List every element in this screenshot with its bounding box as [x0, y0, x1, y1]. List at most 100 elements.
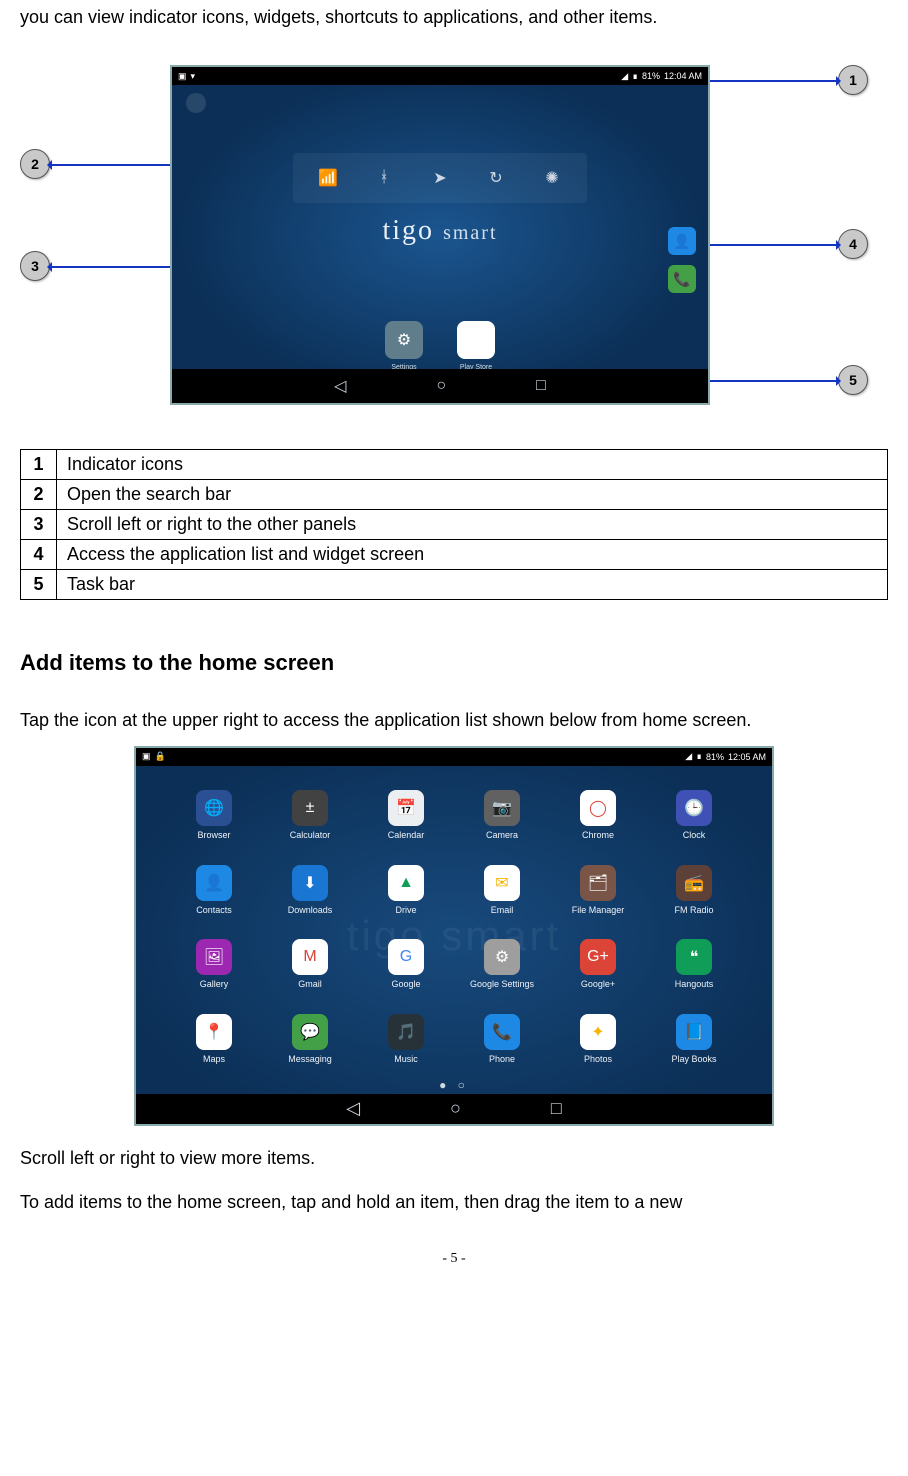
- app-icon: 🗂: [580, 865, 616, 901]
- apps-grid: 🌐Browser ± Calculator 📅Calendar📷Camera ◯ Chro…: [166, 778, 742, 1076]
- app-label: Gmail: [298, 979, 322, 989]
- app-icon: ▲: [388, 865, 424, 901]
- app-icon: ◯: [580, 790, 616, 826]
- play-store-shortcut[interactable]: ▶ Play Store: [457, 321, 495, 359]
- phone-shortcut[interactable]: 📞: [668, 265, 696, 293]
- app-cell[interactable]: 🖼Gallery: [166, 927, 262, 1002]
- app-cell[interactable]: 💬Messaging: [262, 1001, 358, 1076]
- app-cell[interactable]: 📞Phone: [454, 1001, 550, 1076]
- status-icon: ▾: [191, 71, 196, 82]
- app-cell[interactable]: 📻FM Radio: [646, 852, 742, 927]
- app-label: Calculator: [290, 830, 331, 840]
- app-cell[interactable]: G+Google+: [550, 927, 646, 1002]
- legend-table: 1Indicator icons2Open the search bar3Scr…: [20, 449, 888, 600]
- recent-icon[interactable]: □: [551, 1098, 562, 1119]
- home-screen-screenshot: ▣ ▾ ◢ ∎ 81% 12:04 AM 📶 ᚼ ➤ ↻ ✺ tigo smar…: [170, 65, 710, 405]
- app-cell[interactable]: 🕒Clock: [646, 778, 742, 853]
- recent-icon[interactable]: □: [536, 377, 546, 395]
- location-icon[interactable]: ➤: [427, 165, 453, 191]
- app-cell[interactable]: ± Calculator: [262, 778, 358, 853]
- app-cell[interactable]: 📍Maps: [166, 1001, 262, 1076]
- app-cell[interactable]: 📅Calendar: [358, 778, 454, 853]
- app-cell[interactable]: 🎵Music: [358, 1001, 454, 1076]
- app-cell[interactable]: ✉ Email: [454, 852, 550, 927]
- wifi-icon[interactable]: 📶: [315, 165, 341, 191]
- section-para-1: Tap the icon at the upper right to acces…: [20, 702, 888, 740]
- app-label: Google: [391, 979, 420, 989]
- bluetooth-icon[interactable]: ᚼ: [371, 165, 397, 191]
- app-label: Gallery: [200, 979, 229, 989]
- contacts-shortcut[interactable]: 👤: [668, 227, 696, 255]
- app-label: Google Settings: [470, 979, 534, 989]
- app-cell[interactable]: ⚙ Google Settings: [454, 927, 550, 1002]
- legend-row: 2Open the search bar: [21, 480, 888, 510]
- app-icon: 📅: [388, 790, 424, 826]
- app-label: Email: [491, 905, 514, 915]
- app-cell[interactable]: 📷Camera: [454, 778, 550, 853]
- app-cell[interactable]: 🗂 File Manager: [550, 852, 646, 927]
- app-cell[interactable]: ✦Photos: [550, 1001, 646, 1076]
- legend-desc: Scroll left or right to the other panels: [57, 510, 888, 540]
- app-cell[interactable]: ▲ Drive: [358, 852, 454, 927]
- app-label: Chrome: [582, 830, 614, 840]
- app-label: Drive: [395, 905, 416, 915]
- after-apps-2: To add items to the home screen, tap and…: [20, 1184, 888, 1222]
- app-cell[interactable]: ◯ Chrome: [550, 778, 646, 853]
- app-label: File Manager: [572, 905, 625, 915]
- task-bar: ◁ ○ □: [172, 369, 708, 403]
- brand-logo: tigo smart: [172, 215, 708, 247]
- back-icon[interactable]: ◁: [346, 1098, 360, 1119]
- arrow-4: [692, 244, 838, 246]
- legend-num: 1: [21, 450, 57, 480]
- legend-desc: Indicator icons: [57, 450, 888, 480]
- search-button[interactable]: [186, 93, 206, 113]
- sync-icon[interactable]: ↻: [483, 165, 509, 191]
- status-bar: ▣ ▾ ◢ ∎ 81% 12:04 AM: [172, 67, 708, 85]
- back-icon[interactable]: ◁: [334, 376, 346, 396]
- app-icon: 🌐: [196, 790, 232, 826]
- home-screen-diagram: 2 3 1 4 5 ▣ ▾ ◢ ∎ 81% 12:04 AM 📶 ᚼ ➤: [20, 55, 888, 425]
- app-cell[interactable]: ⬇ Downloads: [262, 852, 358, 927]
- app-label: Contacts: [196, 905, 232, 915]
- app-cell[interactable]: ❝Hangouts: [646, 927, 742, 1002]
- app-cell[interactable]: 📘 Play Books: [646, 1001, 742, 1076]
- app-cell[interactable]: M Gmail: [262, 927, 358, 1002]
- app-list-screenshot: ▣ 🔒 ◢ ∎ 81% 12:05 AM tigo smart 🌐Browser…: [134, 746, 774, 1126]
- brightness-icon[interactable]: ✺: [539, 165, 565, 191]
- app-icon: G+: [580, 939, 616, 975]
- status-icon: ▣: [142, 751, 151, 762]
- app-icon: ⚙: [484, 939, 520, 975]
- bottom-apps: ⚙ Settings ▶ Play Store: [385, 321, 495, 359]
- battery-pct: 81%: [706, 752, 724, 762]
- brand-main: tigo: [383, 215, 435, 246]
- app-label: Play Books: [671, 1054, 716, 1064]
- app-icon: ✉: [484, 865, 520, 901]
- side-dock: 👤 📞: [668, 227, 696, 293]
- app-cell[interactable]: G Google: [358, 927, 454, 1002]
- legend-desc: Task bar: [57, 570, 888, 600]
- app-icon: M: [292, 939, 328, 975]
- legend-desc: Access the application list and widget s…: [57, 540, 888, 570]
- app-label: Clock: [683, 830, 706, 840]
- legend-num: 4: [21, 540, 57, 570]
- app-label: Music: [394, 1054, 418, 1064]
- app-label: Downloads: [288, 905, 333, 915]
- app-cell[interactable]: 👤Contacts: [166, 852, 262, 927]
- app-cell[interactable]: 🌐Browser: [166, 778, 262, 853]
- home-icon[interactable]: ○: [436, 377, 446, 395]
- after-apps-1: Scroll left or right to view more items.: [20, 1140, 888, 1178]
- page-indicator: ● ○: [136, 1078, 772, 1092]
- app-label: Messaging: [288, 1054, 332, 1064]
- home-icon[interactable]: ○: [450, 1098, 461, 1119]
- app-label: Camera: [486, 830, 518, 840]
- settings-shortcut[interactable]: ⚙ Settings: [385, 321, 423, 359]
- brand-sub: smart: [443, 222, 497, 244]
- app-icon: ⬇: [292, 865, 328, 901]
- status-icon: ▣: [178, 71, 187, 82]
- app-label: FM Radio: [674, 905, 713, 915]
- signal-icon: ◢: [685, 751, 692, 762]
- app-icon: G: [388, 939, 424, 975]
- legend-row: 1Indicator icons: [21, 450, 888, 480]
- app-icon: 📘: [676, 1014, 712, 1050]
- app-icon: ±: [292, 790, 328, 826]
